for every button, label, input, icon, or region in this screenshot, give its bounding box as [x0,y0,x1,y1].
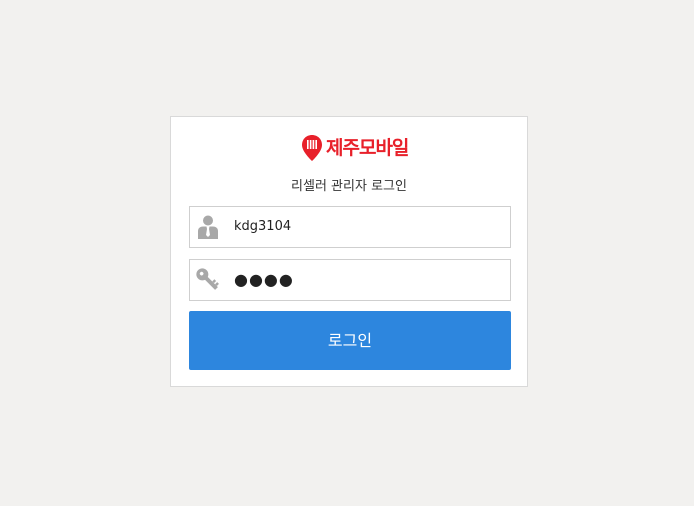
key-icon [190,260,226,300]
map-pin-logo-icon [302,135,322,161]
username-input[interactable]: kdg3104 [234,207,291,247]
username-field[interactable]: kdg3104 [189,206,511,248]
brand-logo-text: 제주모바일 [326,137,409,159]
password-input[interactable]: ●●●● [234,260,294,300]
password-field[interactable]: ●●●● [189,259,511,301]
login-subtitle: 리셀러 관리자 로그인 [291,179,407,194]
brand-logo: 제주모바일 [301,133,409,163]
login-card: 제주모바일 리셀러 관리자 로그인 kdg3104 ●●●● 로그인 [170,116,528,387]
user-icon [190,207,226,247]
login-button[interactable]: 로그인 [189,311,511,370]
